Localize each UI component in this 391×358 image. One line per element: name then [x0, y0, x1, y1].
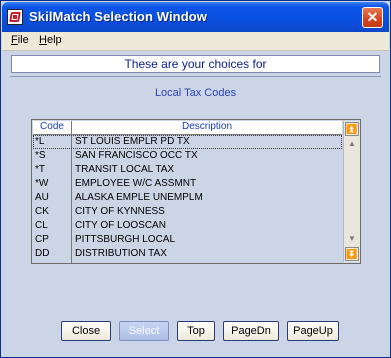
list-row[interactable]: CK CITY OF KYNNESS: [33, 205, 342, 219]
top-button[interactable]: Top: [177, 321, 215, 341]
list-row[interactable]: AU ALASKA EMPLE UNEMPLM: [33, 191, 342, 205]
scroll-down-icon[interactable]: ▼: [345, 233, 359, 245]
header-divider: [10, 76, 381, 77]
list-row[interactable]: *T TRANSIT LOCAL TAX: [33, 163, 342, 177]
column-header-code[interactable]: Code: [33, 121, 72, 134]
menu-bar: File Help: [2, 32, 389, 51]
list-row[interactable]: *L ST LOUIS EMPLR PD TX: [33, 135, 342, 149]
list-row[interactable]: *S SAN FRANCISCO OCC TX: [33, 149, 342, 163]
title-bar[interactable]: SkilMatch Selection Window ✕: [2, 2, 389, 32]
scroll-bottom-icon[interactable]: ⏬: [345, 247, 359, 261]
list-rows: *L ST LOUIS EMPLR PD TX *S SAN FRANCISCO O…: [33, 135, 342, 263]
scroll-up-icon[interactable]: ▲: [345, 138, 359, 150]
app-icon: [7, 9, 23, 25]
menu-help[interactable]: Help: [39, 34, 62, 46]
list-row[interactable]: DD DISTRIBUTION TAX: [33, 247, 342, 261]
list-scrollbar[interactable]: ⏫ ▲ ▼ ⏬: [343, 121, 360, 262]
list-row[interactable]: CL CITY OF LOOSCAN: [33, 219, 342, 233]
close-window-button[interactable]: ✕: [362, 7, 383, 28]
list-subtitle: Local Tax Codes: [154, 87, 237, 99]
scroll-top-icon[interactable]: ⏫: [345, 122, 359, 136]
column-header-description[interactable]: Description: [72, 121, 342, 134]
choices-header: These are your choices for: [11, 55, 380, 73]
close-button[interactable]: Close: [61, 321, 111, 341]
list-header: Code Description: [33, 121, 342, 135]
window-title: SkilMatch Selection Window: [29, 9, 208, 24]
content-area: These are your choices for Local Tax Cod…: [2, 51, 389, 357]
menu-file[interactable]: File: [11, 34, 29, 46]
list-row[interactable]: CP PITTSBURGH LOCAL: [33, 233, 342, 247]
selection-window: SkilMatch Selection Window ✕ File Help T…: [0, 0, 391, 358]
codes-list[interactable]: Code Description *L ST LOUIS EMPLR PD TX …: [31, 119, 361, 264]
page-down-button[interactable]: PageDn: [223, 321, 279, 341]
page-up-button[interactable]: PageUp: [287, 321, 339, 341]
list-row[interactable]: *W EMPLOYEE W/C ASSMNT: [33, 177, 342, 191]
select-button[interactable]: Select: [119, 321, 169, 341]
